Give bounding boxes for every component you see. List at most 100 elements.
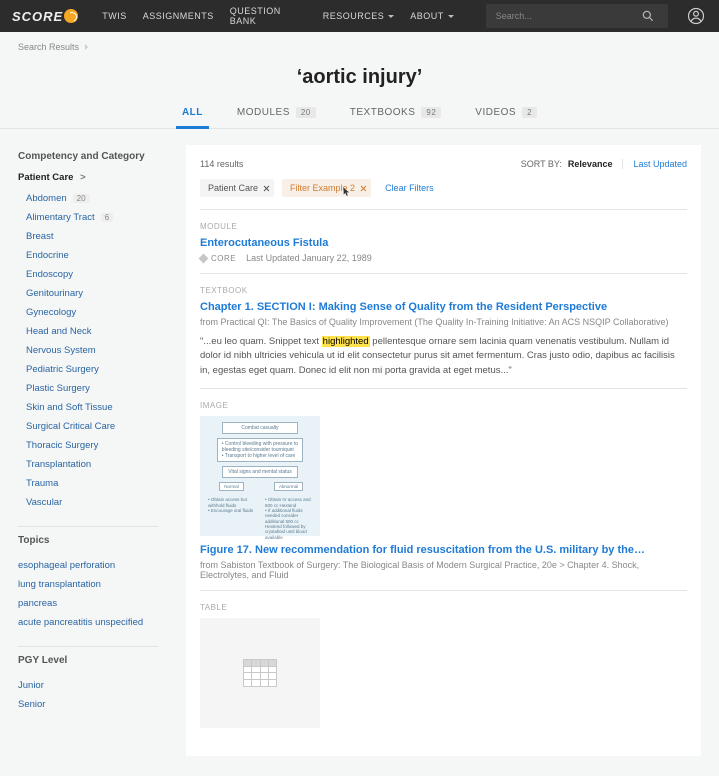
section-label-image: IMAGE [200, 401, 687, 410]
sidebar-item-label: Endocrine [26, 250, 69, 261]
sidebar-item-label: Vascular [26, 497, 62, 508]
tab-modules[interactable]: MODULES20 [235, 99, 318, 128]
filter-chip-example-2[interactable]: Filter Example 2 [282, 179, 371, 197]
sidebar-item-label: Plastic Surgery [26, 383, 90, 394]
sidebar-item[interactable]: Alimentary Tract 6 [18, 208, 158, 227]
sidebar-item[interactable]: Endocrine [18, 246, 158, 265]
logo[interactable]: SCORE [12, 9, 78, 24]
sidebar-topic-label: lung transplantation [18, 579, 101, 590]
cursor-icon [342, 187, 352, 197]
sidebar-item-label: Abdomen [26, 193, 67, 204]
filter-chip-row: Patient Care Filter Example 2 Clear Filt… [200, 179, 687, 210]
badge: 20 [296, 107, 316, 118]
result-title-module[interactable]: Enterocutaneous Fistula [200, 237, 687, 249]
sidebar-item[interactable]: Genitourinary [18, 284, 158, 303]
sidebar-item-label: Thoracic Surgery [26, 440, 98, 451]
user-icon[interactable] [684, 4, 707, 28]
sidebar-item[interactable]: Endoscopy [18, 265, 158, 284]
sidebar-topic[interactable]: pancreas [18, 594, 158, 613]
sort-label: SORT BY: [521, 159, 562, 169]
sidebar-item-label: Gynecology [26, 307, 76, 318]
sidebar-topic-label: pancreas [18, 598, 57, 609]
sidebar-item-label: Surgical Critical Care [26, 421, 115, 432]
results-count: 114 results [200, 159, 521, 169]
query-title: ‘aortic injury’ [0, 52, 719, 99]
sidebar-group-patient-care[interactable]: Patient Care > [18, 172, 158, 183]
tab-videos[interactable]: VIDEOS2 [473, 99, 539, 128]
image-source: from Sabiston Textbook of Surgery: The B… [200, 560, 687, 580]
sidebar-item[interactable]: Vascular [18, 493, 158, 512]
module-updated: Last Updated January 22, 1989 [246, 253, 372, 263]
sidebar-heading-pgy: PGY Level [18, 655, 158, 666]
filter-sidebar: Competency and Category Patient Care > A… [18, 145, 158, 714]
sidebar-topic[interactable]: acute pancreatitis unspecified [18, 613, 158, 632]
sidebar-item-label: Breast [26, 231, 53, 242]
tab-all[interactable]: ALL [180, 99, 205, 128]
search-input[interactable] [494, 10, 636, 22]
badge: 92 [421, 107, 441, 118]
sidebar-item-badge: 6 [101, 213, 113, 222]
table-icon [243, 659, 277, 687]
table-thumbnail[interactable] [200, 618, 320, 728]
sidebar-item[interactable]: Surgical Critical Care [18, 417, 158, 436]
sidebar-item[interactable]: Pediatric Surgery [18, 360, 158, 379]
sidebar-topic[interactable]: esophageal perforation [18, 556, 158, 575]
sidebar-item[interactable]: Nervous System [18, 341, 158, 360]
chevron-right-icon [85, 44, 88, 50]
sidebar-item-badge: 20 [73, 194, 90, 203]
sidebar-item[interactable]: Breast [18, 227, 158, 246]
breadcrumb: Search Results [0, 32, 719, 52]
logo-ball-icon [64, 9, 78, 23]
section-label-textbook: TEXTBOOK [200, 286, 687, 295]
sidebar-item-label: Trauma [26, 478, 58, 489]
sidebar-item-label: Pediatric Surgery [26, 364, 99, 375]
nav-question-bank[interactable]: QUESTION BANK [230, 6, 307, 26]
breadcrumb-item[interactable]: Search Results [18, 42, 79, 52]
logo-text: SCORE [12, 9, 63, 24]
sidebar-item-label: Endoscopy [26, 269, 73, 280]
sidebar-item[interactable]: Transplantation [18, 455, 158, 474]
sort-last-updated[interactable]: Last Updated [622, 159, 687, 169]
sidebar-topic[interactable]: lung transplantation [18, 575, 158, 594]
tab-textbooks[interactable]: TEXTBOOKS92 [348, 99, 444, 128]
nav-twis[interactable]: TWIS [102, 11, 127, 21]
image-thumbnail[interactable]: Combat casualty • Control bleeding with … [200, 416, 320, 536]
nav-about[interactable]: ABOUT [410, 11, 454, 21]
sidebar-item-label: Head and Neck [26, 326, 91, 337]
result-title-image[interactable]: Figure 17. New recommendation for fluid … [200, 544, 687, 556]
sidebar-item[interactable]: Head and Neck [18, 322, 158, 341]
sidebar-item-label: Genitourinary [26, 288, 83, 299]
sidebar-item[interactable]: Thoracic Surgery [18, 436, 158, 455]
sidebar-item-label: Skin and Soft Tissue [26, 402, 113, 413]
badge: 2 [522, 107, 537, 118]
top-nav: SCORE TWIS ASSIGNMENTS QUESTION BANK RES… [0, 0, 719, 32]
sidebar-item-label: Alimentary Tract [26, 212, 95, 223]
sidebar-item[interactable]: Gynecology [18, 303, 158, 322]
sidebar-item-label: Nervous System [26, 345, 96, 356]
sidebar-item[interactable]: Skin and Soft Tissue [18, 398, 158, 417]
search-icon[interactable] [636, 4, 660, 28]
sidebar-topic-label: acute pancreatitis unspecified [18, 617, 143, 628]
sidebar-pgy-label: Senior [18, 699, 45, 710]
sort-relevance[interactable]: Relevance [568, 159, 613, 169]
sidebar-heading-topics: Topics [18, 535, 158, 546]
sidebar-pgy-item[interactable]: Junior [18, 676, 158, 695]
sidebar-item[interactable]: Abdomen 20 [18, 189, 158, 208]
result-title-textbook[interactable]: Chapter 1. SECTION I: Making Sense of Qu… [200, 301, 687, 313]
nav-assignments[interactable]: ASSIGNMENTS [143, 11, 214, 21]
clear-filters[interactable]: Clear Filters [385, 183, 434, 193]
result-tabs: ALL MODULES20 TEXTBOOKS92 VIDEOS2 [0, 99, 719, 129]
sidebar-item[interactable]: Trauma [18, 474, 158, 493]
sidebar-heading-competency: Competency and Category [18, 151, 158, 162]
section-label-module: MODULE [200, 222, 687, 231]
diamond-icon [199, 253, 209, 263]
nav-resources[interactable]: RESOURCES [323, 11, 395, 21]
highlighted-term: highlighted [322, 336, 370, 347]
search-box[interactable] [486, 4, 668, 28]
textbook-snippet: "...eu leo quam. Snippet text highlighte… [200, 335, 687, 378]
results-panel: 114 results SORT BY: Relevance Last Upda… [186, 145, 701, 756]
sidebar-pgy-item[interactable]: Senior [18, 695, 158, 714]
section-label-table: TABLE [200, 603, 687, 612]
sidebar-item[interactable]: Plastic Surgery [18, 379, 158, 398]
filter-chip-patient-care[interactable]: Patient Care [200, 179, 274, 197]
